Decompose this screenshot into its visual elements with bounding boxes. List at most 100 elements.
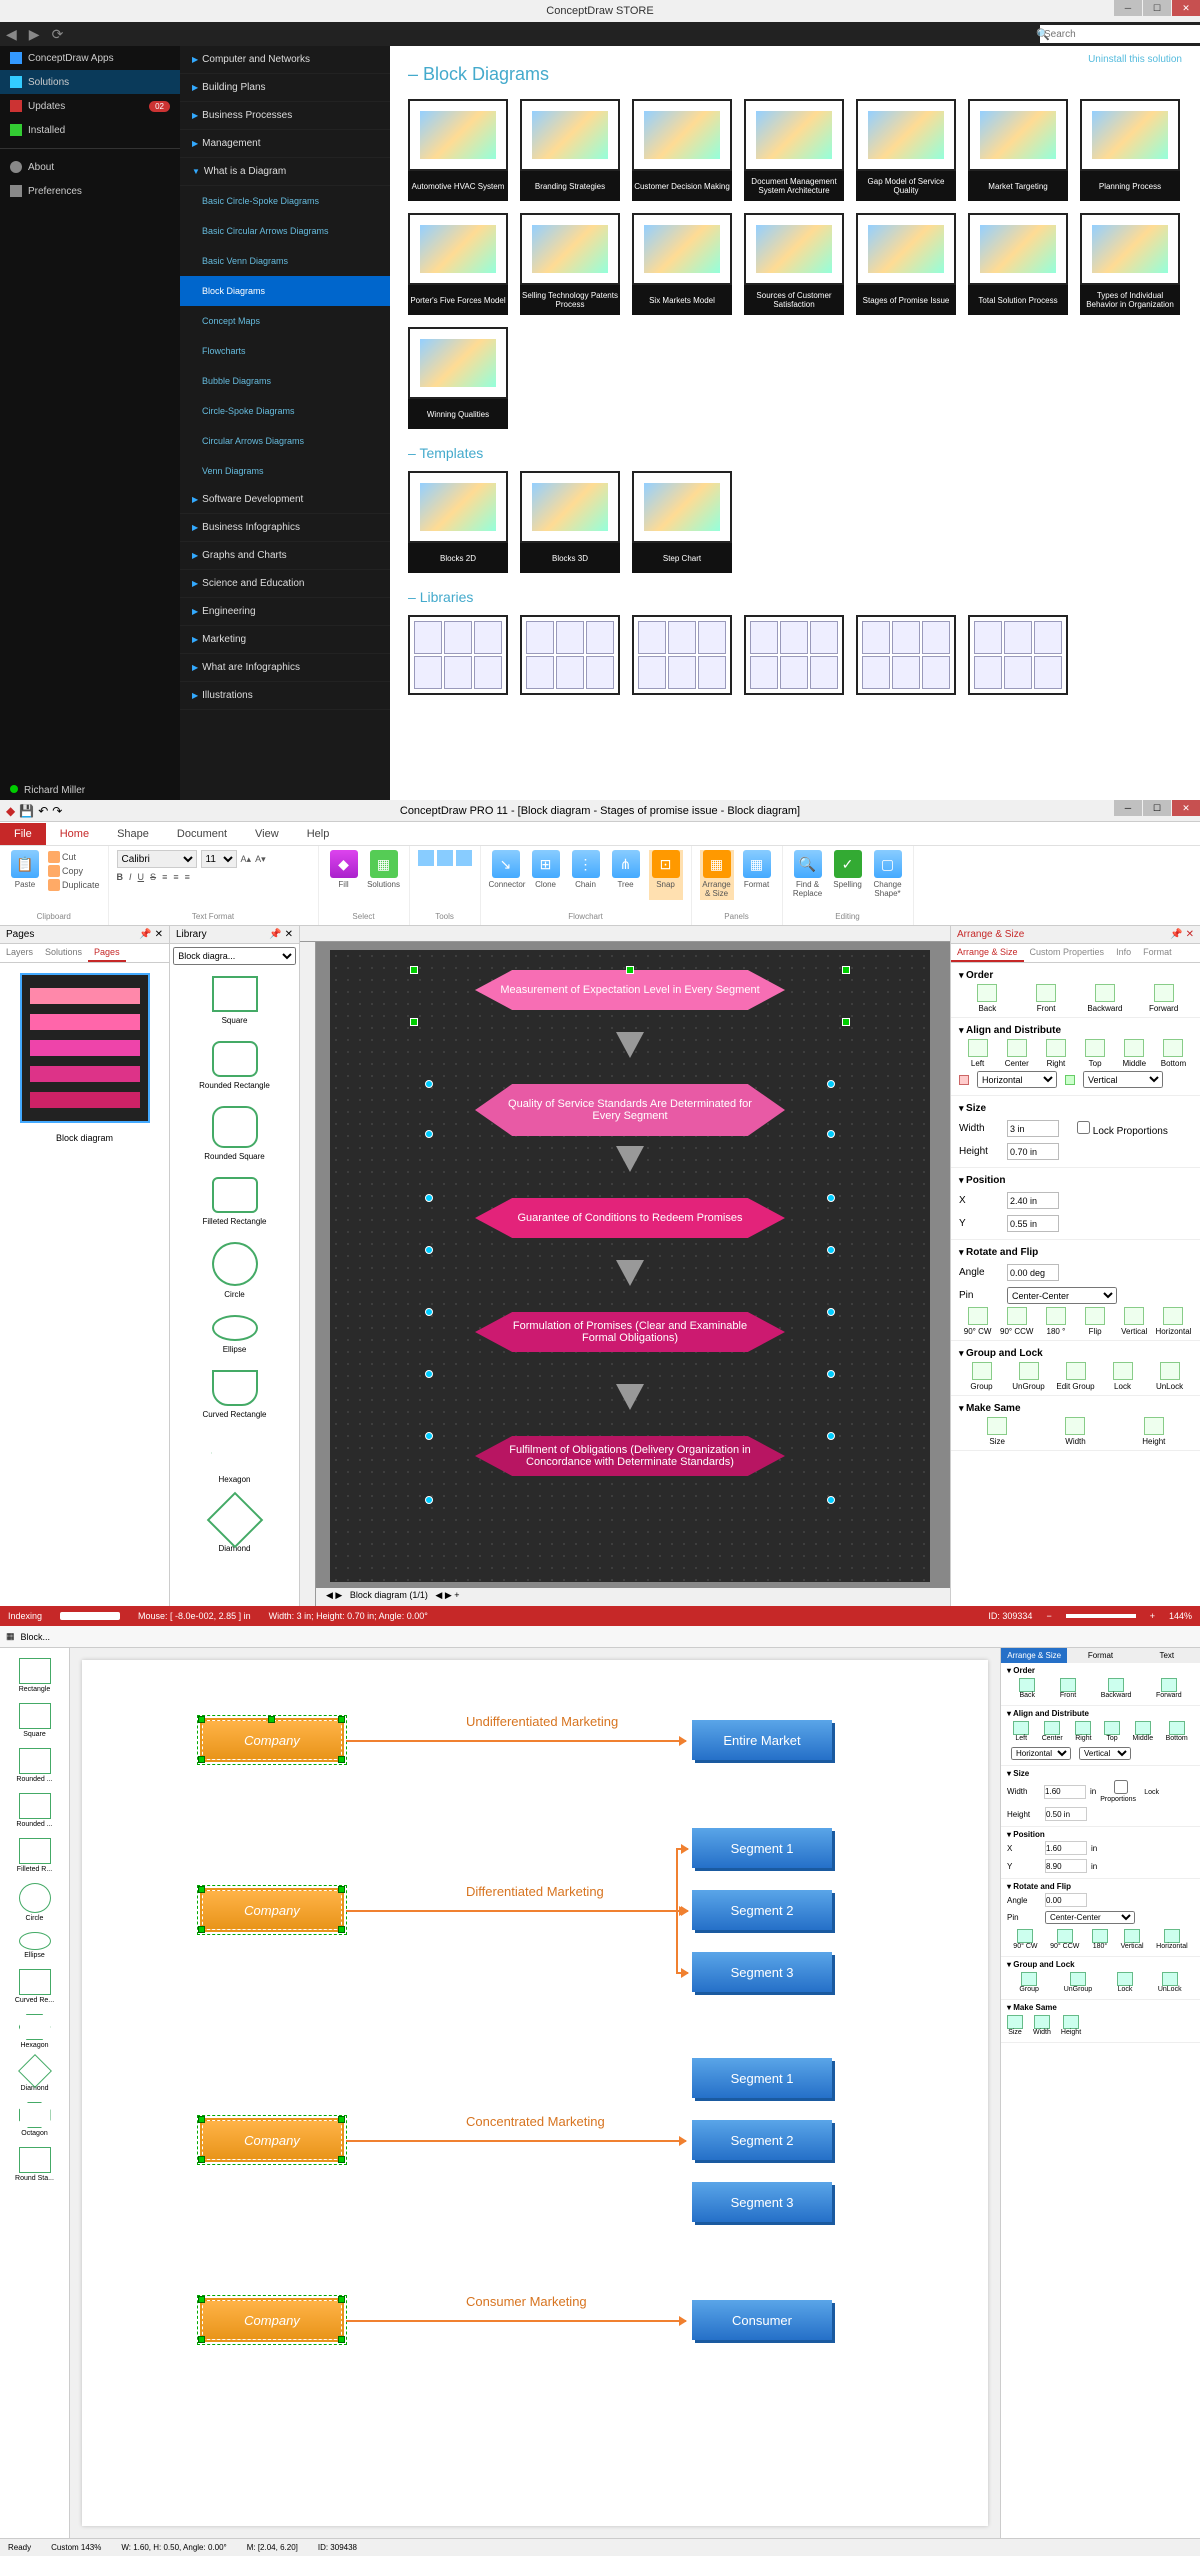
shape-item[interactable]: Rounded ... [0,1748,69,1783]
atab[interactable]: Info [1110,944,1137,962]
x-input[interactable] [1007,1192,1059,1209]
w-input[interactable] [1044,1785,1086,1799]
cat-item[interactable]: ▶Graphs and Charts [180,542,390,570]
tool-icon[interactable] [437,850,453,866]
subcat-item[interactable]: Venn Diagrams [180,456,390,486]
maximize-button[interactable]: ☐ [1143,800,1171,816]
order-backward[interactable]: Backward [1077,984,1134,1013]
maximize-button[interactable]: ☐ [1143,0,1171,16]
tab-home[interactable]: Home [46,823,103,845]
segment-box[interactable]: Segment 1 [692,1828,832,1868]
thumb-item[interactable]: Total Solution Process [968,213,1068,315]
pane-tab[interactable]: Pages [88,944,126,962]
segment-box[interactable]: Entire Market [692,1720,832,1760]
dist-h[interactable]: Horizontal [1011,1747,1071,1760]
duplicate-button[interactable]: Duplicate [48,878,100,892]
shape-item[interactable]: Diamond [0,2059,69,2092]
thumb-item[interactable]: Document Management System Architecture [744,99,844,201]
cat-item[interactable]: ▶Business Processes [180,102,390,130]
cat-item[interactable]: ▶Illustrations [180,682,390,710]
nav-preferences[interactable]: Preferences [0,179,180,203]
canvas-page[interactable]: Measurement of Expectation Level in Ever… [330,950,930,1582]
unlock[interactable]: UnLock [1158,1972,1182,1993]
tool-icon[interactable] [418,850,434,866]
flip-v[interactable]: Vertical [1121,1929,1144,1950]
x-input[interactable] [1045,1841,1087,1855]
cut-button[interactable]: Cut [48,850,100,864]
thumb-item[interactable]: Porter's Five Forces Model [408,213,508,315]
zoom-slider[interactable] [1066,1614,1136,1618]
editor2-canvas[interactable]: Company Undifferentiated Marketing Entir… [82,1660,988,2526]
thumb-item[interactable]: Six Markets Model [632,213,732,315]
atab[interactable]: Format [1137,944,1178,962]
thumb-item[interactable]: Planning Process [1080,99,1180,201]
subcat-item[interactable]: Circular Arrows Diagrams [180,426,390,456]
cat-item[interactable]: ▶Marketing [180,626,390,654]
library-select[interactable]: Block diagra... [173,947,296,965]
a-bottom[interactable]: Bottom [1166,1721,1188,1742]
company-box[interactable]: Company [202,2120,342,2160]
lock-check[interactable] [1100,1780,1142,1794]
align-middle[interactable]: Middle [1116,1039,1153,1068]
thumb-item[interactable]: Market Targeting [968,99,1068,201]
nav-installed[interactable]: Installed [0,118,180,142]
tab-shape[interactable]: Shape [103,823,163,845]
pane-tab[interactable]: Solutions [39,944,88,962]
dist-v[interactable]: Vertical [1079,1747,1131,1760]
flowbox[interactable]: Fulfilment of Obligations (Delivery Orga… [475,1436,785,1476]
align-center[interactable]: Center [998,1039,1035,1068]
size-select[interactable]: 11 [201,850,237,868]
cat-item[interactable]: ▶Business Infographics [180,514,390,542]
order-front[interactable]: Front [1018,984,1075,1013]
group-btn[interactable]: Group [959,1362,1004,1391]
library-thumb[interactable] [408,615,508,695]
same-size[interactable]: Size [959,1417,1035,1446]
shape-ellipse[interactable]: Ellipse [170,1307,299,1362]
flowbox[interactable]: Guarantee of Conditions to Redeem Promis… [475,1198,785,1238]
shape-item[interactable]: Rectangle [0,1658,69,1693]
dist-h-select[interactable]: Horizontal [977,1071,1057,1088]
a-right[interactable]: Right [1075,1721,1091,1742]
nav-fwd-icon[interactable]: ▶ [23,26,46,43]
subcat-item-active[interactable]: Block Diagrams [180,276,390,306]
ungroup[interactable]: UnGroup [1064,1972,1092,1993]
shape-item[interactable]: Circle [0,1883,69,1922]
cat-item[interactable]: ▶Computer and Networks [180,46,390,74]
lock-prop-check[interactable] [1077,1121,1090,1134]
thumb-item[interactable]: Selling Technology Patents Process [520,213,620,315]
library-thumb[interactable] [968,615,1068,695]
shape-circle[interactable]: Circle [170,1234,299,1307]
company-box[interactable]: Company [202,1720,342,1760]
order-back[interactable]: Back [959,984,1016,1013]
cat-item[interactable]: ▼What is a Diagram [180,158,390,186]
same-height[interactable]: Height [1116,1417,1192,1446]
connector-button[interactable]: ↘Connector [489,850,523,900]
flowbox[interactable]: Quality of Service Standards Are Determi… [475,1084,785,1136]
template-item[interactable]: Blocks 3D [520,471,620,573]
shape-item[interactable]: Ellipse [0,1932,69,1959]
tab-view[interactable]: View [241,823,293,845]
tab-file[interactable]: File [0,823,46,845]
cat-item[interactable]: ▶Building Plans [180,74,390,102]
library-thumb[interactable] [744,615,844,695]
same-size[interactable]: Size [1007,2015,1023,2036]
align-right[interactable]: Right [1037,1039,1074,1068]
copy-button[interactable]: Copy [48,864,100,878]
thumb-item[interactable]: Customer Decision Making [632,99,732,201]
group[interactable]: Group [1019,1972,1038,1993]
fill-button[interactable]: ◆Fill [327,850,361,900]
library-thumb[interactable] [856,615,956,695]
library-thumb[interactable] [632,615,732,695]
nav-back-icon[interactable]: ◀ [0,26,23,43]
a-middle[interactable]: Middle [1132,1721,1153,1742]
page-thumb[interactable] [20,973,150,1123]
zoom-in-icon[interactable]: + [1150,1611,1155,1621]
a-top[interactable]: Top [1104,1721,1120,1742]
cat-item[interactable]: ▶What are Infographics [180,654,390,682]
pane-pin-icon[interactable]: 📌 ✕ [1170,929,1194,940]
search-input[interactable] [1040,25,1200,43]
align-left[interactable]: Left [959,1039,996,1068]
qa-save-icon[interactable]: 💾 [19,804,34,818]
subcat-item[interactable]: Basic Circular Arrows Diagrams [180,216,390,246]
thumb-item[interactable]: Automotive HVAC System [408,99,508,201]
